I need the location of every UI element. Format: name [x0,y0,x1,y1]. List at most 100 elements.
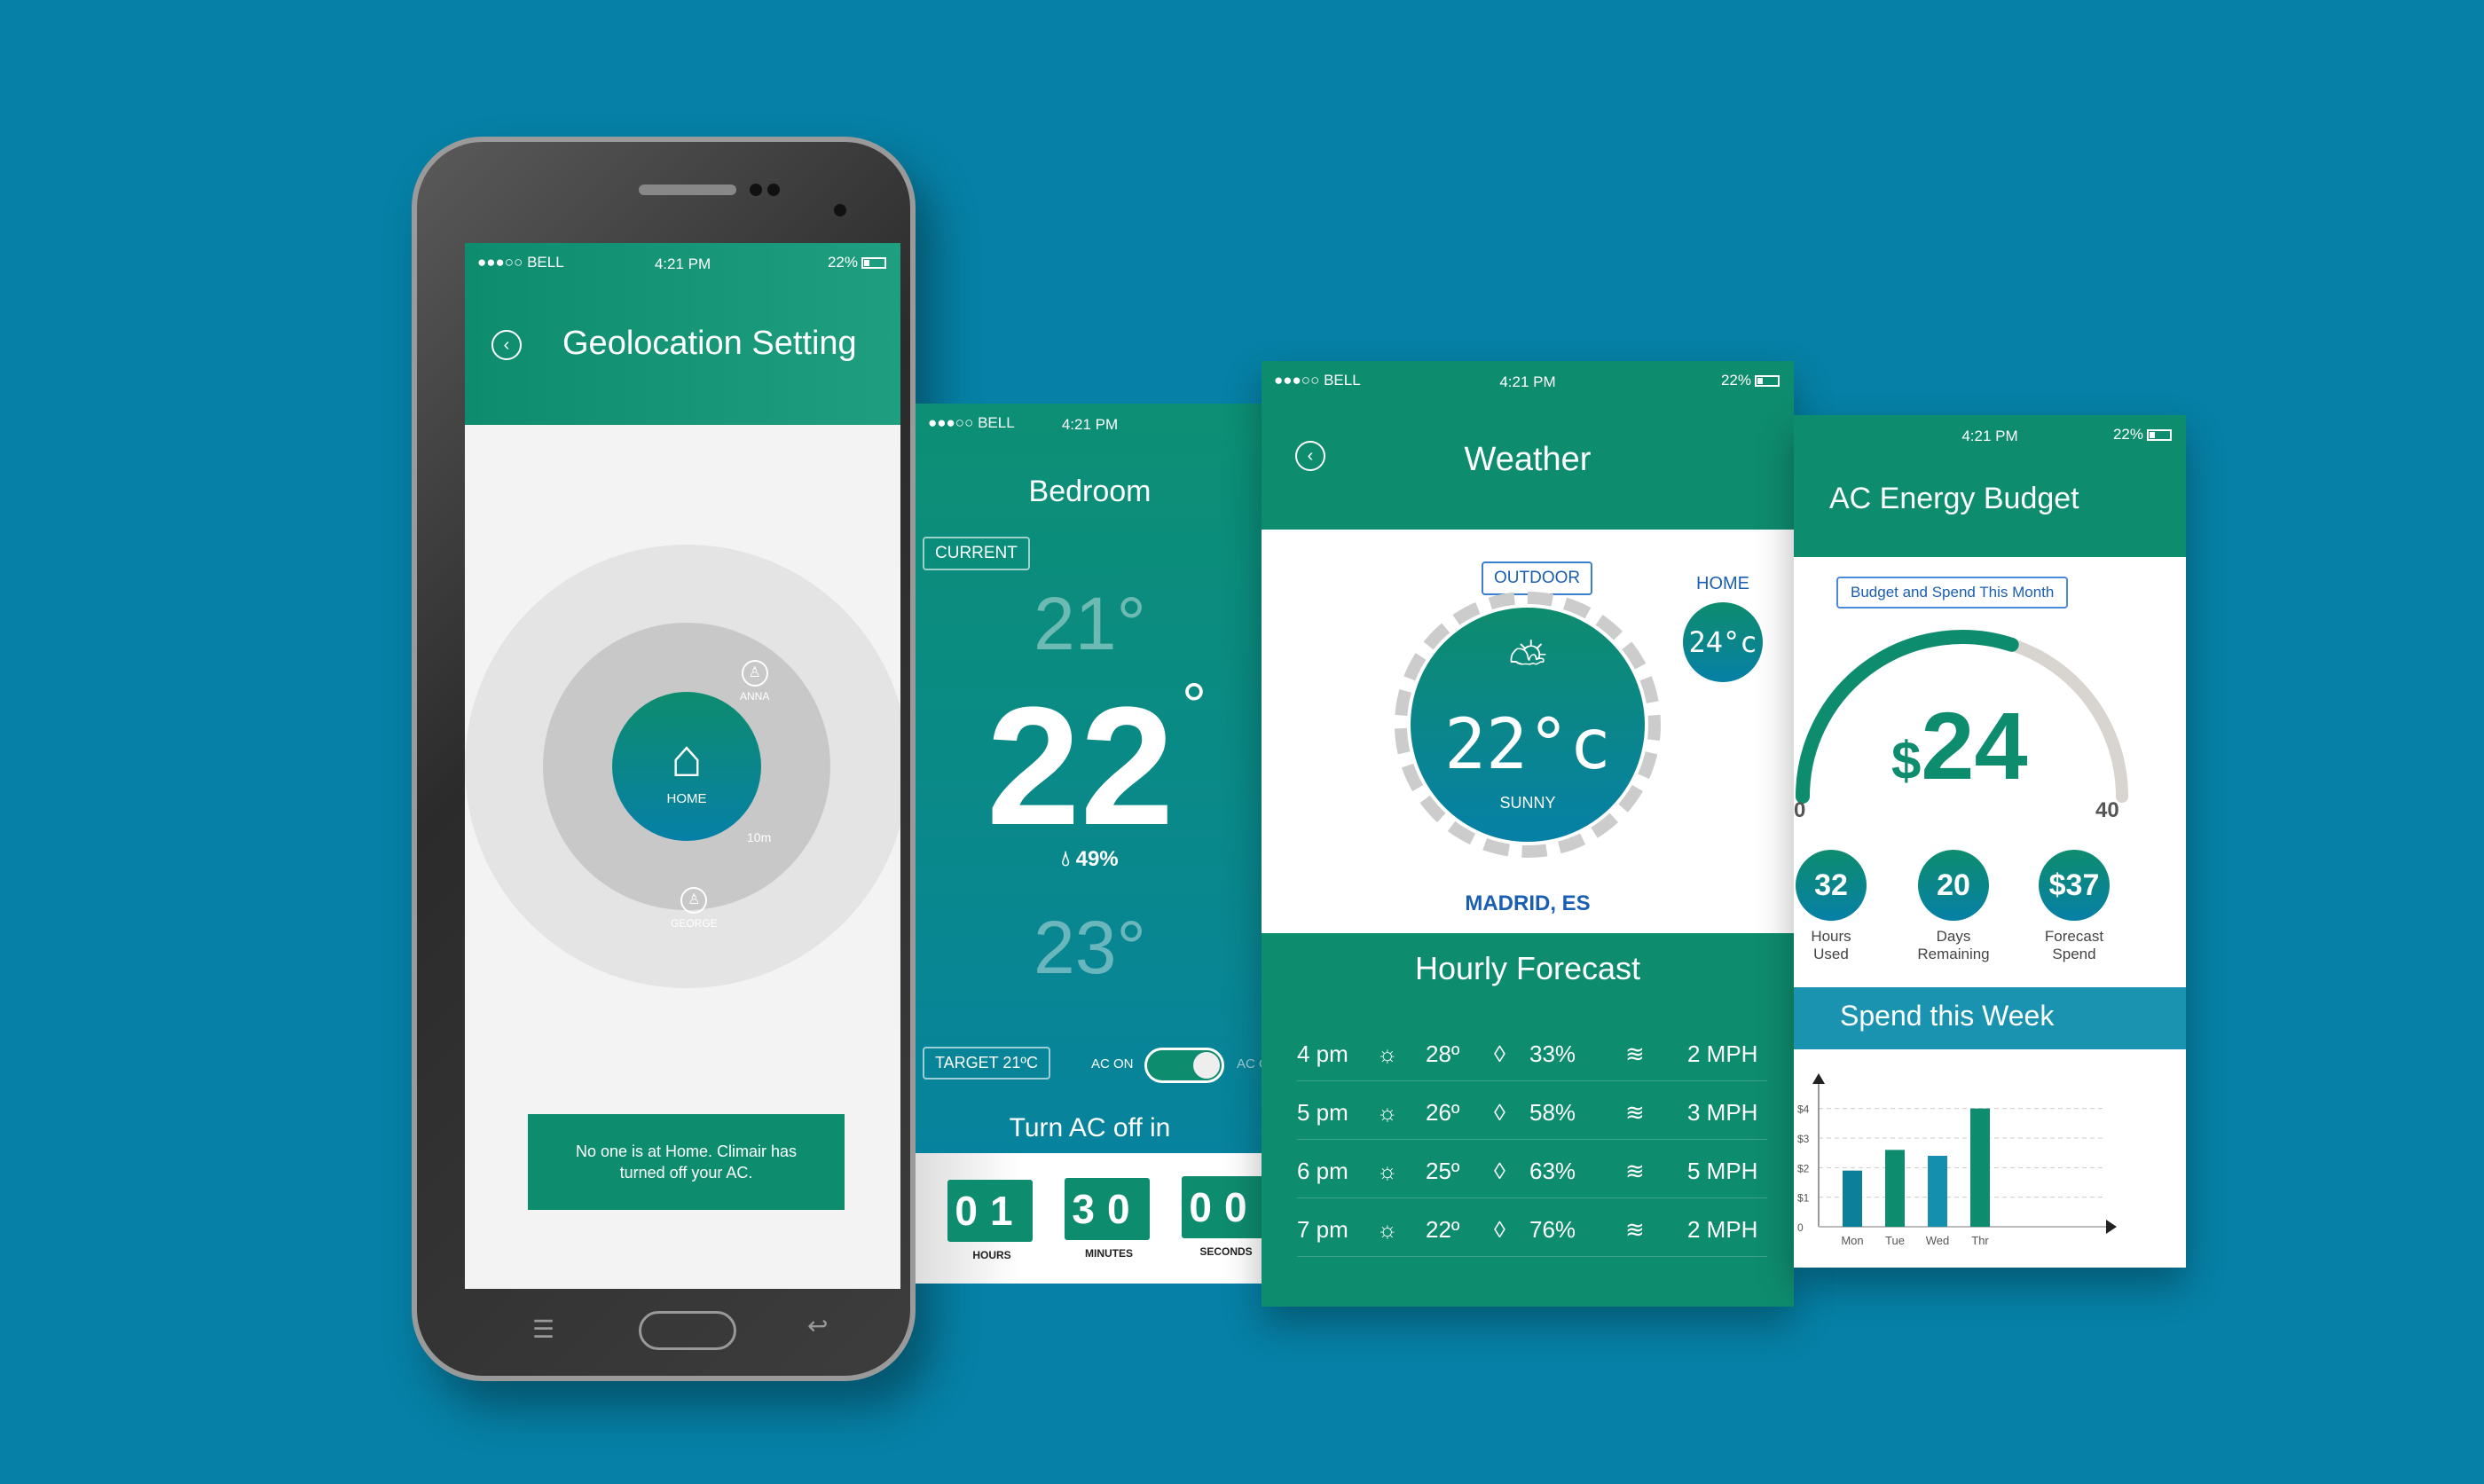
forecast-time: 7 pm [1297,1216,1348,1243]
header: 4:21 PM 22% AC Energy Budget [1794,415,2186,557]
battery-percent: 22% [2112,426,2143,443]
temp-up[interactable]: 21° [916,581,1264,667]
status-bar: ●●●○○ BELL 4:21 PM 22% [465,243,900,282]
geolocation-screen: ●●●○○ BELL 4:21 PM 22% ‹ Geolocation Set… [465,243,900,1289]
forecast-row: 6 pm ☼ 25º ◊ 63% ≋ 5 MPH [1297,1145,1767,1198]
forecast-humidity: 58% [1529,1099,1576,1126]
y-tick-label: $4 [1797,1103,1810,1116]
status-bar: ●●●○○ BELL 4:21 PM [916,404,1264,443]
page-title: AC Energy Budget [1829,482,2079,515]
energy-budget-screen: 4:21 PM 22% AC Energy Budget Budget and … [1794,415,2186,1268]
wind-icon: ≋ [1625,1158,1645,1184]
week-title: Spend this Week [1794,987,2186,1049]
home-temp-badge[interactable]: 24°c [1683,602,1763,682]
home-circle[interactable]: ⌂ HOME [612,692,761,841]
outdoor-dial: ⛅︎ 22°c SUNNY [1411,608,1645,842]
battery-percent: 22% [1720,372,1751,389]
days-remaining-value: 20 [1918,850,1989,921]
sun-icon: ☼ [1377,1216,1398,1243]
forecast-humidity: 33% [1529,1040,1576,1067]
page-title: Weather [1464,441,1592,478]
status-message: No one is at Home. Climair has turned of… [528,1114,845,1210]
forecast-temp: 25º [1426,1158,1460,1184]
y-axis-arrow [1812,1073,1825,1084]
weather-summary: OUTDOOR HOME 24°c ⛅︎ 22°c SUNNY MADRID, … [1262,530,1794,933]
menu-icon[interactable]: ☰ [532,1315,554,1344]
phone-device: ●●●○○ BELL 4:21 PM 22% ‹ Geolocation Set… [412,137,916,1381]
status-bar: 4:21 PM 22% [1794,415,2186,454]
forecast-row: 5 pm ☼ 26º ◊ 58% ≋ 3 MPH [1297,1087,1767,1140]
forecast-time: 5 pm [1297,1099,1348,1126]
ac-toggle[interactable] [1144,1048,1224,1083]
home-button[interactable] [639,1311,736,1350]
header: ●●●○○ BELL 4:21 PM 22% ‹ Geolocation Set… [465,243,900,425]
timer-hours: 01 HOURS [947,1180,1036,1261]
home-icon: ⌂ [670,728,704,788]
forecast-temp: 22º [1426,1216,1460,1243]
temp-down[interactable]: 23° [916,905,1264,991]
timer-panel: 01 HOURS 30 MINUTES 00 SECONDS [916,1153,1264,1284]
bar-wed [1928,1156,1947,1227]
phone-speaker [639,185,736,195]
humidity-icon: ◊ [1494,1040,1505,1067]
sun-icon: ☼ [1377,1040,1398,1067]
bedroom-screen: ●●●○○ BELL 4:21 PM Bedroom CURRENT 21° 2… [916,404,1264,1284]
y-tick-label: 0 [1797,1221,1804,1234]
condition: SUNNY [1499,794,1556,812]
phone-camera [834,204,846,216]
clock: 4:21 PM [1061,416,1119,433]
forecast-row: 7 pm ☼ 22º ◊ 76% ≋ 2 MPH [1297,1204,1767,1257]
y-tick-label: $1 [1797,1192,1810,1205]
phone-sensor [767,184,780,196]
forecast-title: Hourly Forecast [1414,950,1641,986]
wind-icon: ≋ [1625,1216,1645,1243]
user-icon: ♙ [680,887,708,914]
status-bar: ●●●○○ BELL 4:21 PM 22% [1262,361,1794,400]
humidity-value: 49% [1075,847,1119,871]
degree-symbol: ° [1182,671,1207,740]
outdoor-tab[interactable]: OUTDOOR [1482,561,1593,595]
stat-label: Hours Used [1811,928,1851,962]
back-button[interactable]: ‹ [491,330,522,360]
radius-label: 10m [747,830,772,844]
phone-sensor [750,184,762,196]
x-tick-label: Wed [1926,1234,1950,1247]
bar-tue [1885,1150,1905,1227]
forecast-wind: 2 MPH [1687,1216,1758,1243]
wind-icon: ≋ [1625,1099,1645,1126]
y-tick-label: $2 [1797,1162,1810,1174]
sun-icon: ☼ [1377,1099,1398,1126]
budget-pill[interactable]: Budget and Spend This Month [1836,577,2069,609]
humidity-icon: ◊ [1494,1216,1505,1243]
current-temp: 22 [987,672,1175,860]
back-icon[interactable]: ↩ [807,1311,828,1340]
battery-percent: 22% [827,254,858,271]
partly-sunny-icon: ⛅︎ [1508,635,1547,688]
current-label: CURRENT [923,537,1030,570]
forecast-wind: 3 MPH [1687,1099,1758,1126]
stat-label: Days Remaining [1917,928,1990,962]
timer-title: Turn AC off in [1009,1113,1171,1142]
forecast-temp: 26º [1426,1099,1460,1126]
bar-mon [1843,1170,1862,1227]
person-anna[interactable]: ♙ ANNA [740,660,769,703]
timer-seconds: 00 SECONDS [1182,1176,1264,1258]
humidity-icon: 💧︎ [1061,847,1070,871]
timer-minutes: 30 MINUTES [1065,1178,1153,1260]
home-label: HOME [666,791,707,806]
forecast-temp: 28º [1426,1040,1460,1067]
stat-label: Forecast Spend [2044,928,2104,962]
spent-amount: $24 [1891,692,2028,799]
room-title: Bedroom [1028,475,1152,508]
person-george[interactable]: ♙ GEORGE [671,887,718,930]
forecast-humidity: 63% [1529,1158,1576,1184]
ac-on-label: AC ON [1091,1056,1134,1072]
battery-icon [2147,429,2172,442]
x-tick-label: Tue [1885,1234,1905,1247]
page-title: Geolocation Setting [562,325,857,362]
week-spend-chart: 0 $1 $2 $3 $4 Mon Tue Wed Thr [1797,1073,2117,1247]
location: MADRID, ES [1465,891,1591,915]
target-temp: TARGET 21ºC [923,1047,1050,1080]
chevron-left-icon: ‹ [503,335,510,355]
person-name: ANNA [740,690,770,703]
